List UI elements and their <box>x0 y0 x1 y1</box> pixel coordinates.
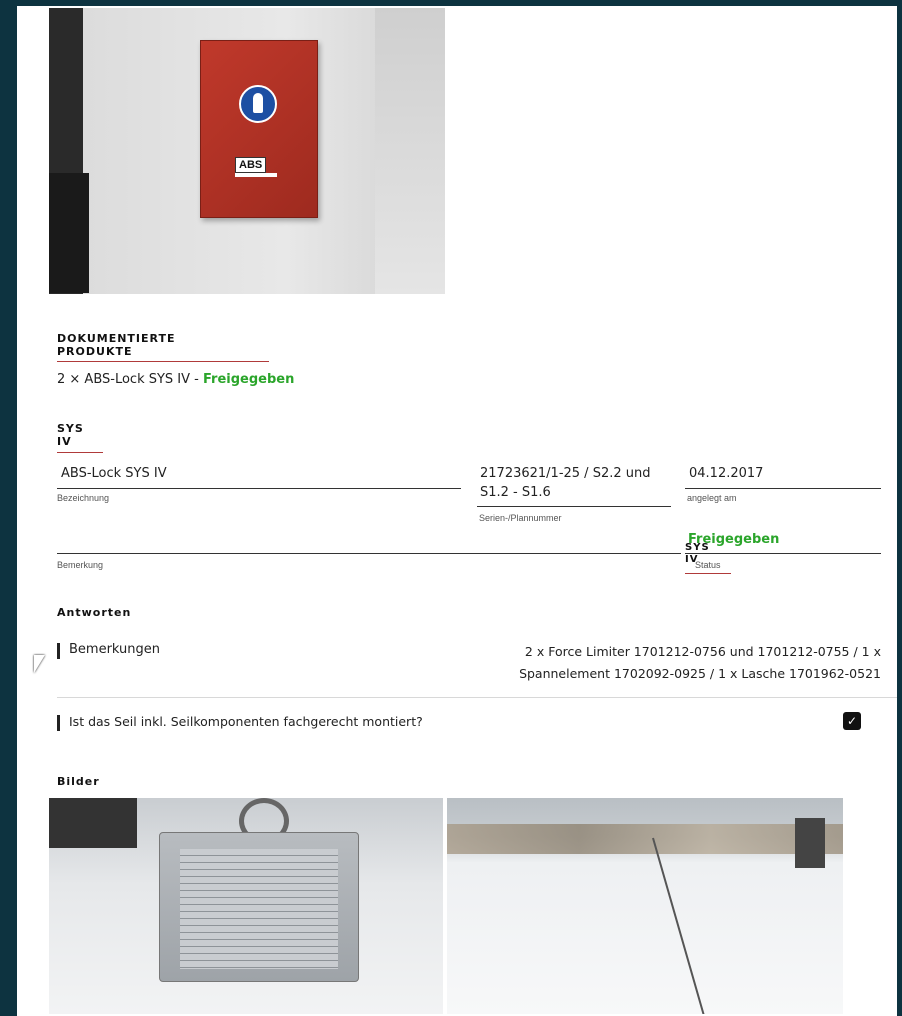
photo-post <box>795 818 825 868</box>
documented-summary: 2 × ABS-Lock SYS IV - Freigegeben <box>57 372 294 387</box>
serial-value-line-2: S1.2 - S1.6 <box>480 485 551 500</box>
checkmark-icon: ✓ <box>846 714 858 728</box>
product-heading: SYS IV <box>57 422 84 448</box>
photo-wall <box>375 8 445 294</box>
label-plate <box>159 832 359 982</box>
serial-value-line-1: 21723621/1-25 / S2.2 und <box>480 466 651 481</box>
heading-line-2: IV <box>57 435 72 448</box>
status-underline <box>685 573 731 574</box>
photo-label-plate[interactable] <box>49 798 443 1014</box>
summary-text: 2 × ABS-Lock SYS IV - <box>57 372 203 387</box>
date-line <box>685 488 881 489</box>
divider <box>57 697 897 698</box>
status-line <box>685 553 881 554</box>
abs-label <box>235 173 277 177</box>
designation-line <box>57 488 461 489</box>
harness-sign-icon <box>239 85 277 123</box>
date-value: 04.12.2017 <box>689 466 764 481</box>
red-cabinet: ABS <box>200 40 318 218</box>
answers-heading: Antworten <box>57 606 132 619</box>
heading-line-1: SYS <box>57 422 84 435</box>
date-label: angelegt am <box>687 493 737 503</box>
serial-label: Serien-/Plannummer <box>479 513 562 523</box>
remark-label: Bemerkung <box>57 560 104 570</box>
answer-value-line-2: Spannelement 1702092-0925 / 1 x Lasche 1… <box>519 666 881 681</box>
images-heading: Bilder <box>57 775 100 788</box>
documented-products-heading: DOKUMENTIERTE PRODUKTE <box>57 332 176 358</box>
heading-underline <box>57 452 103 453</box>
heading-line-2: PRODUKTE <box>57 345 133 358</box>
photo-buildings <box>447 824 843 854</box>
answer-bar <box>57 715 60 731</box>
serial-line <box>477 506 671 507</box>
photo-roof-rope[interactable] <box>447 798 843 1014</box>
overlay-line-1: SYS <box>685 542 710 553</box>
designation-label: Bezeichnung <box>57 493 110 503</box>
status-label: Status <box>695 560 721 570</box>
plate-label <box>180 849 338 969</box>
photo-rope <box>652 837 707 1014</box>
abs-logo: ABS <box>235 157 267 173</box>
answer-question: Ist das Seil inkl. Seilkomponenten fachg… <box>69 714 423 729</box>
product-photo[interactable]: ABS <box>49 8 445 294</box>
photo-shadow <box>49 173 89 293</box>
summary-status: Freigegeben <box>203 372 295 387</box>
photo-dark-area <box>49 798 137 848</box>
designation-value: ABS-Lock SYS IV <box>61 466 167 481</box>
checkbox-checked[interactable]: ✓ <box>843 712 861 730</box>
mouse-cursor-icon <box>34 655 45 673</box>
heading-underline <box>57 361 269 362</box>
answer-question: Bemerkungen <box>69 642 161 657</box>
answer-bar <box>57 643 60 659</box>
answer-value-line-1: 2 x Force Limiter 1701212-0756 und 17012… <box>524 644 881 659</box>
heading-line-1: DOKUMENTIERTE <box>57 332 176 345</box>
report-page: ABS DOKUMENTIERTE PRODUKTE 2 × ABS-Lock … <box>17 6 897 1016</box>
remark-line <box>57 553 681 554</box>
